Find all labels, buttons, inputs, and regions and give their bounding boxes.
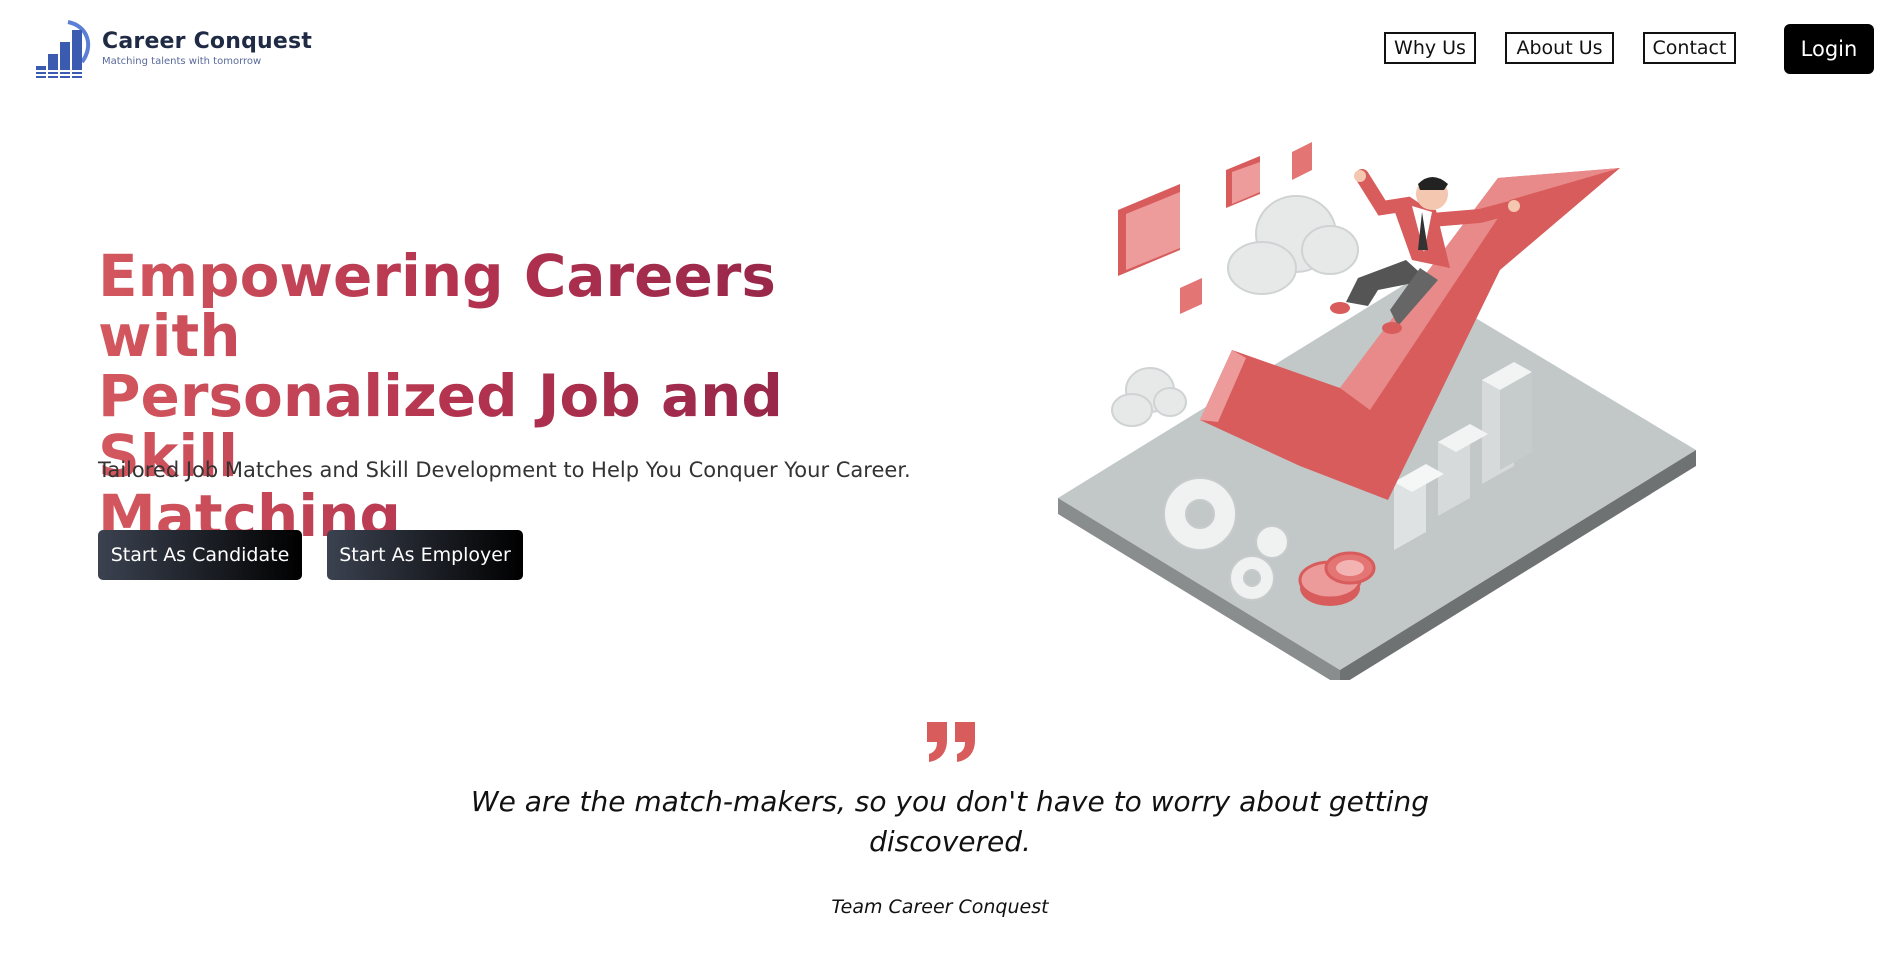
start-as-employer-button[interactable]: Start As Employer xyxy=(327,530,523,580)
start-as-candidate-button[interactable]: Start As Candidate xyxy=(98,530,302,580)
nav-contact[interactable]: Contact xyxy=(1643,32,1736,64)
testimonial-author: Team Career Conquest xyxy=(831,896,1049,918)
career-success-checkmark-illustration xyxy=(1058,142,1696,680)
testimonial-quote-line: We are the match-makers, so you don't ha… xyxy=(470,785,1430,818)
testimonial-quote: We are the match-makers, so you don't ha… xyxy=(440,782,1460,862)
hero-subtitle: Tailored Job Matches and Skill Developme… xyxy=(98,458,911,482)
brand-tagline: Matching talents with tomorrow xyxy=(102,56,262,67)
bar-chart-logo-icon xyxy=(36,20,92,78)
login-button[interactable]: Login xyxy=(1784,24,1874,74)
nav-why-us[interactable]: Why Us xyxy=(1384,32,1476,64)
brand-name: Career Conquest xyxy=(102,29,313,54)
nav-about-us[interactable]: About Us xyxy=(1505,32,1614,64)
hero-title-line: Empowering Careers with xyxy=(98,242,776,370)
quote-icon xyxy=(927,722,975,762)
brand-logo[interactable]: Career Conquest Matching talents with to… xyxy=(34,18,312,78)
hero-title: Empowering Careers with Personalized Job… xyxy=(98,246,898,546)
testimonial-quote-line: discovered. xyxy=(869,825,1031,858)
